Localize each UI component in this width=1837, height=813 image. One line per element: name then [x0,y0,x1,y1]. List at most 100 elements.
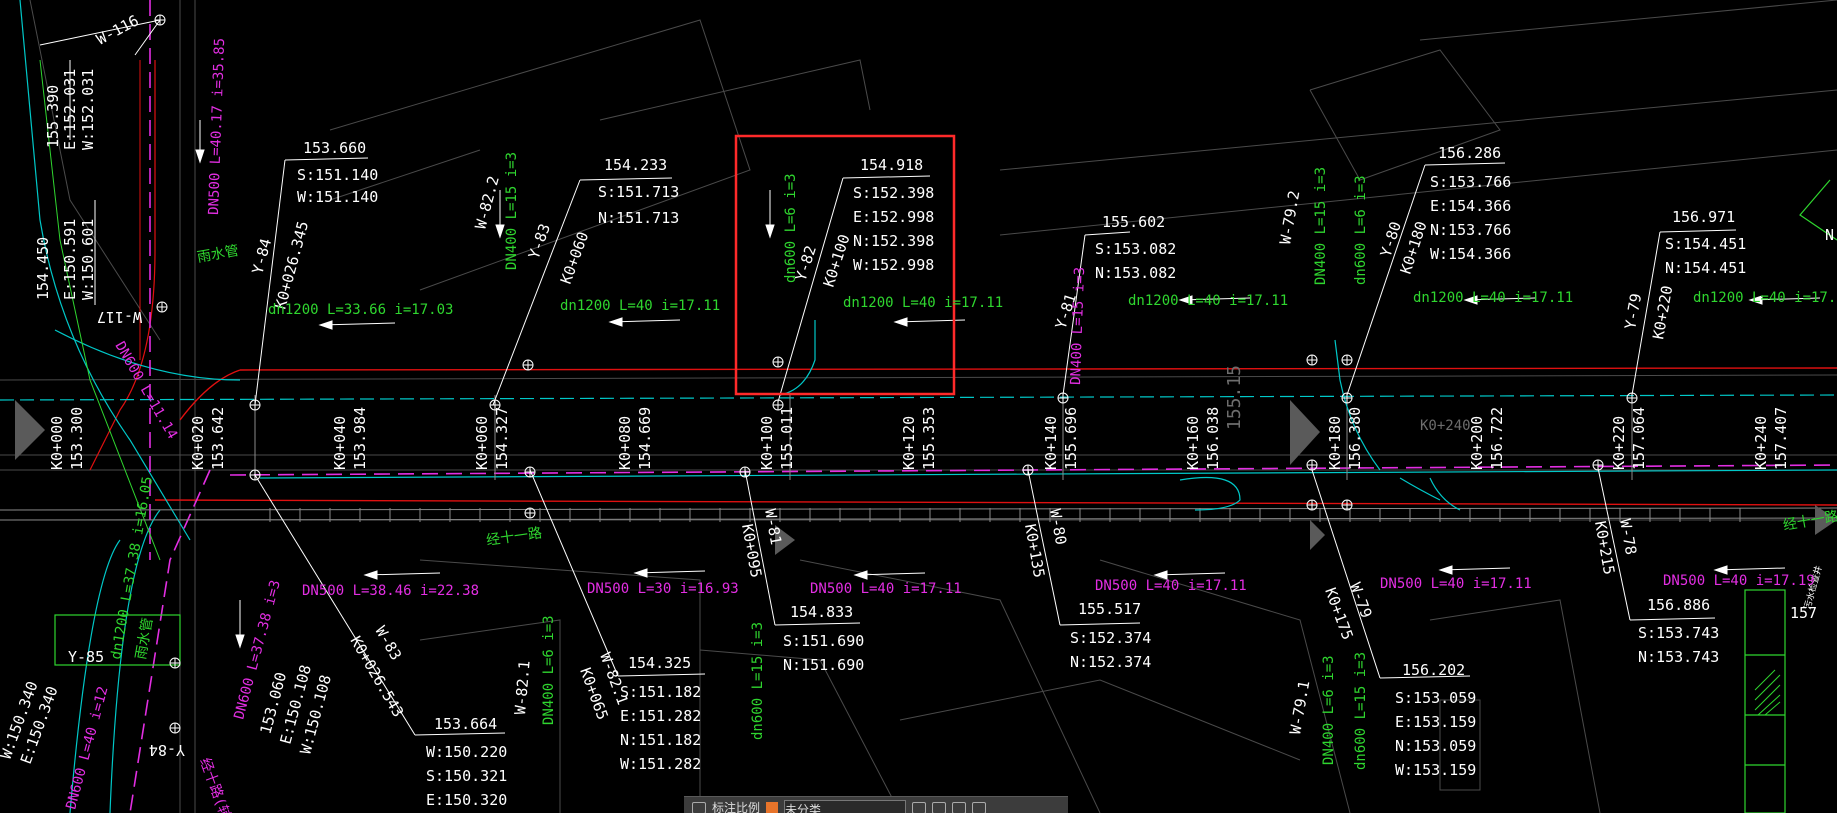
label-dn400-d: DN400 L=6 i=3 [541,615,557,725]
label-e150591: E:150.591 [61,219,79,300]
label-n152398: N:152.398 [853,232,934,250]
toolbar-label-1: 标注比例 [712,801,761,813]
label-e152998: E:152.998 [853,208,934,226]
manhole-21 [1592,459,1604,471]
hatched-block [1754,669,1781,716]
manhole-14 [1306,354,1318,366]
label-s151182: S:151.182 [620,683,701,701]
label-green-cn2: 雨水管 [133,617,156,661]
label-k200: K0+200 [1468,416,1486,470]
label-p156971: 156.971 [1672,208,1735,226]
label-v157064: 157.064 [1630,407,1648,470]
label-y80: Y-80 [1377,219,1405,259]
label-w822: W-82.2 [471,174,502,231]
manhole-22 [169,657,181,669]
export-icon[interactable] [932,801,947,813]
manhole-23 [169,722,181,734]
label-p156286: 156.286 [1438,144,1501,162]
flow-arrows [195,120,1821,649]
label-dn600-a: dn600 L=6 i=3 [783,173,799,283]
label-p154918: 154.918 [860,156,923,174]
label-w117: W-117 [97,308,142,326]
label-w79: W-79 [1346,580,1375,620]
color-swatch-icon[interactable] [766,801,779,813]
layer-icon[interactable] [692,801,706,813]
label-s153766: S:153.766 [1430,173,1511,191]
label-k215: K0+215 [1591,520,1618,576]
label-e153159: E:153.159 [1395,713,1476,731]
edit-icon[interactable] [912,801,927,813]
label-s152374: S:152.374 [1070,629,1151,647]
label-w791: W-79.1 [1286,679,1313,735]
label-gy-k: K0+240 [1420,418,1471,434]
drawing-svg: W-116 E:152.031 W:152.031 155.390 153.66… [0,0,1837,813]
label-w151282: W:151.282 [620,755,701,773]
label-n154451: N:154.451 [1665,259,1746,277]
label-k095: K0+095 [738,523,765,579]
print-icon[interactable] [972,801,987,813]
label-dn600-b: dn600 L=6 i=3 [1353,175,1369,285]
label-k020: K0+020 [189,416,207,470]
label-n-edge: N [1825,226,1834,244]
label-dn500-b: DN500 L=30 i=16.93 [587,581,739,597]
layer-dropdown[interactable]: 未分类 [784,799,907,813]
label-k135: K0+135 [1021,523,1048,579]
label-v155011: 155.011 [778,407,796,470]
manhole-9 [772,356,784,368]
label-w154366: W:154.366 [1430,245,1511,263]
manhole-7 [524,466,536,478]
label-w150601: W:150.601 [79,219,97,300]
station-ticks [254,395,1633,480]
label-s151690: S:151.690 [783,632,864,650]
label-e150320: E:150.320 [426,791,507,809]
label-w81: W-81 [761,508,785,547]
label-v153984: 153.984 [351,407,369,470]
label-k040: K0+040 [331,416,349,470]
label-dn500-a: DN500 L=38.46 i=22.38 [302,583,479,599]
manhole-3 [249,399,261,411]
label-p154325: 154.325 [628,654,691,672]
label-v154669: 154.669 [636,407,654,470]
label-s154451: S:154.451 [1665,235,1746,253]
layer-dropdown-value: 未分类 [785,802,822,813]
label-gy-num: 155.15 [1224,365,1245,430]
label-s153743: S:153.743 [1638,624,1719,642]
label-dn1200-e: dn1200 L=40 i=17.11 [1413,290,1573,306]
label-dn600-e: dn600 L=15 i=3 [1353,652,1369,770]
label-w78: W-78 [1616,518,1640,557]
label-dn500-top: DN500 L=40.17 i=35.85 [206,38,228,215]
label-v157407: 157.407 [1772,407,1790,470]
label-y85: Y-85 [68,648,104,666]
cad-drawing-canvas[interactable]: W-116 E:152.031 W:152.031 155.390 153.66… [0,0,1837,813]
label-p154233: 154.233 [604,156,667,174]
manhole-12 [1057,392,1069,404]
label-w116: W-116 [93,11,141,48]
label-w151140: W:151.140 [297,188,378,206]
label-n153059: N:153.059 [1395,737,1476,755]
label-dn1200-f: dn1200 L=40 i=17.14 [1693,290,1837,306]
label-n153082: N:153.082 [1095,264,1176,282]
label-n152374: N:152.374 [1070,653,1151,671]
manhole-8 [524,507,536,519]
manhole-17 [1306,459,1318,471]
label-k080: K0+080 [616,416,634,470]
label-k220a: K0+220 [1649,284,1676,340]
manhole-4 [249,469,261,481]
label-dn500-f: DN500 L=40 i=17.19 [1663,573,1815,589]
label-p153664: 153.664 [434,715,497,733]
label-k220: K0+220 [1610,416,1628,470]
label-dn1200-c: dn1200 L=40 i=17.11 [843,295,1003,311]
label-k180: K0+180 [1326,416,1344,470]
label-dn400-a: DN400 L=15 i=3 [504,152,520,270]
copy-icon[interactable] [952,801,967,813]
label-e152031: E:152.031 [61,69,79,150]
label-s153059: S:153.059 [1395,689,1476,707]
label-p153660: 153.660 [303,139,366,157]
label-p155602: 155.602 [1102,213,1165,231]
label-dn400-b: DN400 L=15 i=3 [1068,267,1088,386]
label-n151690: N:151.690 [783,656,864,674]
label-e154366: E:154.366 [1430,197,1511,215]
manhole-2 [156,301,168,313]
label-road-tag: 经十路(辅道) [196,756,241,813]
manhole-11 [739,466,751,478]
